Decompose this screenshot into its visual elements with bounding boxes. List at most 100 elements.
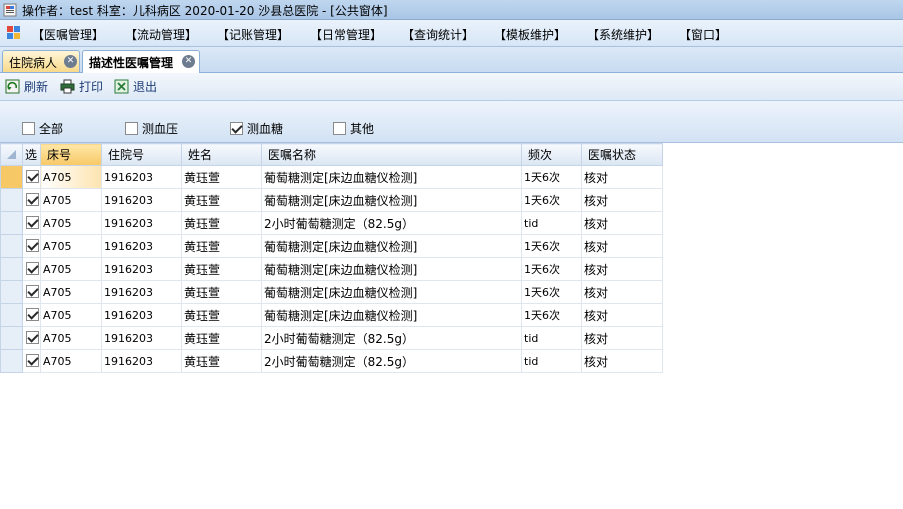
cell-inpatient-no[interactable]: 1916203 — [101, 303, 182, 327]
table-row[interactable]: A705 1916203 黄珏萱 2小时葡萄糖测定（82.5g） tid 核对 — [0, 211, 663, 235]
cell-frequency[interactable]: 1天6次 — [521, 165, 582, 189]
cell-name[interactable]: 黄珏萱 — [181, 234, 262, 258]
cell-bed[interactable]: A705 — [40, 211, 102, 235]
cell-order-status[interactable]: 核对 — [581, 165, 663, 189]
row-select-cell[interactable] — [22, 211, 41, 235]
cell-bed[interactable]: A705 — [40, 280, 102, 304]
tab-inpatients[interactable]: 住院病人 ✕ — [2, 50, 80, 72]
row-select-checkbox[interactable] — [26, 216, 39, 229]
print-button[interactable]: 打印 — [60, 78, 103, 96]
cell-inpatient-no[interactable]: 1916203 — [101, 188, 182, 212]
cell-order-status[interactable]: 核对 — [581, 349, 663, 373]
row-indicator[interactable] — [0, 257, 23, 281]
col-header-bed[interactable]: 床号 — [40, 143, 102, 166]
filter-blood-pressure[interactable]: 测血压 — [125, 120, 178, 137]
row-indicator[interactable] — [0, 303, 23, 327]
row-indicator[interactable] — [0, 326, 23, 350]
cell-order-status[interactable]: 核对 — [581, 257, 663, 281]
row-indicator[interactable] — [0, 211, 23, 235]
exit-button[interactable]: 退出 — [114, 78, 157, 96]
cell-order-status[interactable]: 核对 — [581, 326, 663, 350]
cell-frequency[interactable]: 1天6次 — [521, 188, 582, 212]
cell-name[interactable]: 黄珏萱 — [181, 303, 262, 327]
row-select-cell[interactable] — [22, 349, 41, 373]
row-indicator[interactable] — [0, 188, 23, 212]
cell-frequency[interactable]: 1天6次 — [521, 280, 582, 304]
close-icon[interactable]: ✕ — [182, 55, 195, 68]
col-header-inpatient-no[interactable]: 住院号 — [101, 143, 182, 166]
cell-order-name[interactable]: 葡萄糖测定[床边血糖仪检测] — [261, 280, 522, 304]
tab-descriptive-orders[interactable]: 描述性医嘱管理 ✕ — [82, 50, 200, 73]
cell-order-name[interactable]: 2小时葡萄糖测定（82.5g） — [261, 211, 522, 235]
filter-all-checkbox[interactable] — [22, 122, 35, 135]
filter-blood-pressure-checkbox[interactable] — [125, 122, 138, 135]
cell-frequency[interactable]: 1天6次 — [521, 303, 582, 327]
col-header-order-name[interactable]: 医嘱名称 — [261, 143, 522, 166]
cell-name[interactable]: 黄珏萱 — [181, 326, 262, 350]
cell-inpatient-no[interactable]: 1916203 — [101, 234, 182, 258]
row-select-checkbox[interactable] — [26, 262, 39, 275]
cell-inpatient-no[interactable]: 1916203 — [101, 211, 182, 235]
row-select-cell[interactable] — [22, 326, 41, 350]
filter-blood-glucose-checkbox[interactable] — [230, 122, 243, 135]
cell-name[interactable]: 黄珏萱 — [181, 165, 262, 189]
grid-corner[interactable] — [0, 143, 23, 166]
menu-system-maintenance[interactable]: 【系统维护】 — [587, 26, 659, 43]
cell-frequency[interactable]: tid — [521, 211, 582, 235]
cell-name[interactable]: 黄珏萱 — [181, 280, 262, 304]
filter-other[interactable]: 其他 — [333, 120, 374, 137]
cell-name[interactable]: 黄珏萱 — [181, 211, 262, 235]
cell-inpatient-no[interactable]: 1916203 — [101, 257, 182, 281]
row-indicator[interactable] — [0, 165, 23, 189]
row-select-cell[interactable] — [22, 188, 41, 212]
cell-frequency[interactable]: 1天6次 — [521, 234, 582, 258]
row-select-checkbox[interactable] — [26, 285, 39, 298]
col-header-order-status[interactable]: 医嘱状态 — [581, 143, 663, 166]
menu-window[interactable]: 【窗口】 — [679, 26, 727, 43]
row-indicator[interactable] — [0, 280, 23, 304]
filter-blood-glucose[interactable]: 测血糖 — [230, 120, 283, 137]
row-select-checkbox[interactable] — [26, 308, 39, 321]
cell-order-name[interactable]: 2小时葡萄糖测定（82.5g） — [261, 326, 522, 350]
cell-inpatient-no[interactable]: 1916203 — [101, 326, 182, 350]
cell-name[interactable]: 黄珏萱 — [181, 257, 262, 281]
col-header-select[interactable]: 选 — [22, 143, 41, 166]
close-icon[interactable]: ✕ — [64, 55, 77, 68]
cell-bed[interactable]: A705 — [40, 326, 102, 350]
menu-query-statistics[interactable]: 【查询统计】 — [402, 26, 474, 43]
row-indicator[interactable] — [0, 349, 23, 373]
window-menu-icon[interactable] — [7, 26, 20, 39]
table-row[interactable]: A705 1916203 黄珏萱 葡萄糖测定[床边血糖仪检测] 1天6次 核对 — [0, 257, 663, 281]
row-select-cell[interactable] — [22, 165, 41, 189]
table-row[interactable]: A705 1916203 黄珏萱 2小时葡萄糖测定（82.5g） tid 核对 — [0, 349, 663, 373]
cell-bed[interactable]: A705 — [40, 257, 102, 281]
col-header-frequency[interactable]: 频次 — [521, 143, 582, 166]
menu-daily-management[interactable]: 【日常管理】 — [310, 26, 382, 43]
row-select-checkbox[interactable] — [26, 331, 39, 344]
filter-other-checkbox[interactable] — [333, 122, 346, 135]
table-row[interactable]: A705 1916203 黄珏萱 2小时葡萄糖测定（82.5g） tid 核对 — [0, 326, 663, 350]
table-row[interactable]: A705 1916203 黄珏萱 葡萄糖测定[床边血糖仪检测] 1天6次 核对 — [0, 303, 663, 327]
cell-order-status[interactable]: 核对 — [581, 303, 663, 327]
row-select-cell[interactable] — [22, 303, 41, 327]
menu-billing-management[interactable]: 【记账管理】 — [217, 26, 289, 43]
cell-order-status[interactable]: 核对 — [581, 280, 663, 304]
table-row[interactable]: A705 1916203 黄珏萱 葡萄糖测定[床边血糖仪检测] 1天6次 核对 — [0, 165, 663, 189]
cell-order-name[interactable]: 葡萄糖测定[床边血糖仪检测] — [261, 165, 522, 189]
cell-inpatient-no[interactable]: 1916203 — [101, 165, 182, 189]
cell-inpatient-no[interactable]: 1916203 — [101, 349, 182, 373]
row-select-cell[interactable] — [22, 234, 41, 258]
table-row[interactable]: A705 1916203 黄珏萱 葡萄糖测定[床边血糖仪检测] 1天6次 核对 — [0, 280, 663, 304]
menu-flow-management[interactable]: 【流动管理】 — [125, 26, 197, 43]
cell-frequency[interactable]: tid — [521, 349, 582, 373]
cell-order-status[interactable]: 核对 — [581, 211, 663, 235]
cell-order-name[interactable]: 2小时葡萄糖测定（82.5g） — [261, 349, 522, 373]
cell-order-name[interactable]: 葡萄糖测定[床边血糖仪检测] — [261, 257, 522, 281]
row-select-cell[interactable] — [22, 280, 41, 304]
cell-name[interactable]: 黄珏萱 — [181, 188, 262, 212]
cell-order-name[interactable]: 葡萄糖测定[床边血糖仪检测] — [261, 188, 522, 212]
cell-order-status[interactable]: 核对 — [581, 234, 663, 258]
filter-all[interactable]: 全部 — [22, 120, 63, 137]
cell-bed[interactable]: A705 — [40, 188, 102, 212]
cell-bed[interactable]: A705 — [40, 303, 102, 327]
